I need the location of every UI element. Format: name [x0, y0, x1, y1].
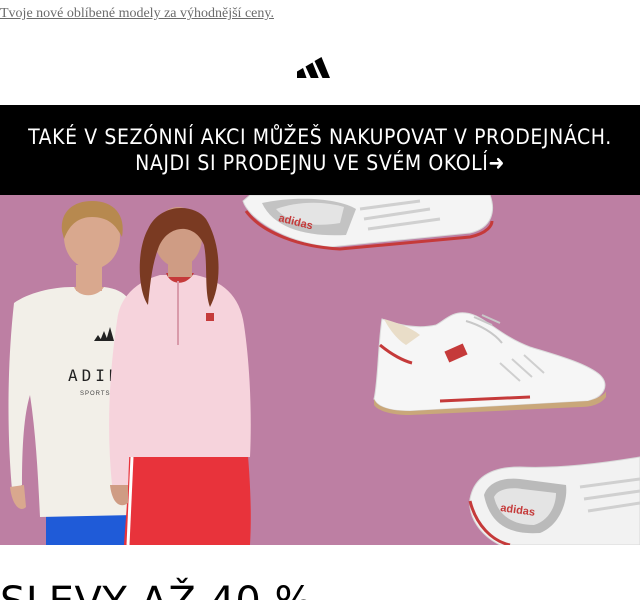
adidas-logo[interactable] [297, 52, 335, 78]
hero-illustration: adidas adidas ADIDA SPORTSWEAR [0, 195, 640, 545]
email-page: Tvoje nové oblíbené modely za výhodnější… [0, 0, 640, 600]
preheader-link[interactable]: Tvoje nové oblíbené modely za výhodnější… [0, 6, 274, 22]
shoe-bottom: adidas [468, 456, 640, 545]
logo-stripe-1 [297, 68, 307, 78]
store-banner[interactable]: TAKÉ V SEZÓNNÍ AKCI MŮŽEŠ NAKUPOVAT V PR… [0, 105, 640, 195]
hero-image[interactable]: adidas adidas ADIDA SPORTSWEAR [0, 195, 640, 545]
store-banner-link[interactable]: TAKÉ V SEZÓNNÍ AKCI MŮŽEŠ NAKUPOVAT V PR… [20, 124, 620, 176]
sale-headline: SLEVY AŽ 40 % [0, 578, 313, 600]
